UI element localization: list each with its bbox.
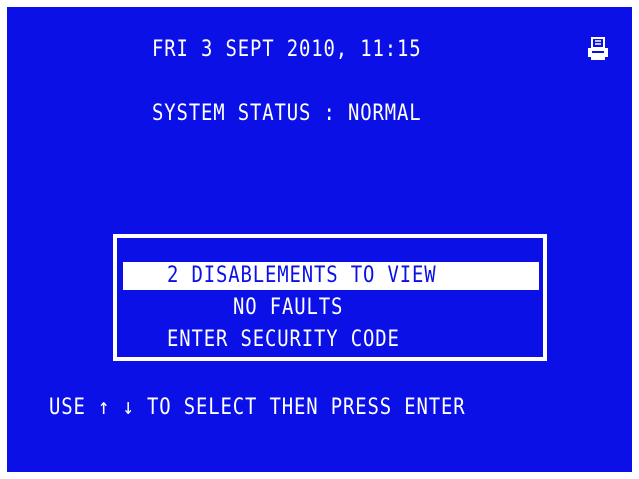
system-status: SYSTEM STATUS : NORMAL: [152, 101, 422, 126]
menu-item-security-code[interactable]: ENTER SECURITY CODE: [167, 327, 400, 353]
menu-item-faults[interactable]: NO FAULTS: [233, 295, 343, 321]
date-time-display: FRI 3 SEPT 2010, 11:15: [152, 37, 422, 62]
menu-item-disablements[interactable]: 2 DISABLEMENTS TO VIEW: [167, 263, 437, 289]
printer-icon-graphic: [588, 37, 608, 60]
panel-display: FRI 3 SEPT 2010, 11:15 SYSTEM STATUS : N…: [7, 7, 632, 472]
printer-icon[interactable]: [587, 37, 609, 61]
instruction-text: USE ↑ ↓ TO SELECT THEN PRESS ENTER: [49, 395, 466, 420]
